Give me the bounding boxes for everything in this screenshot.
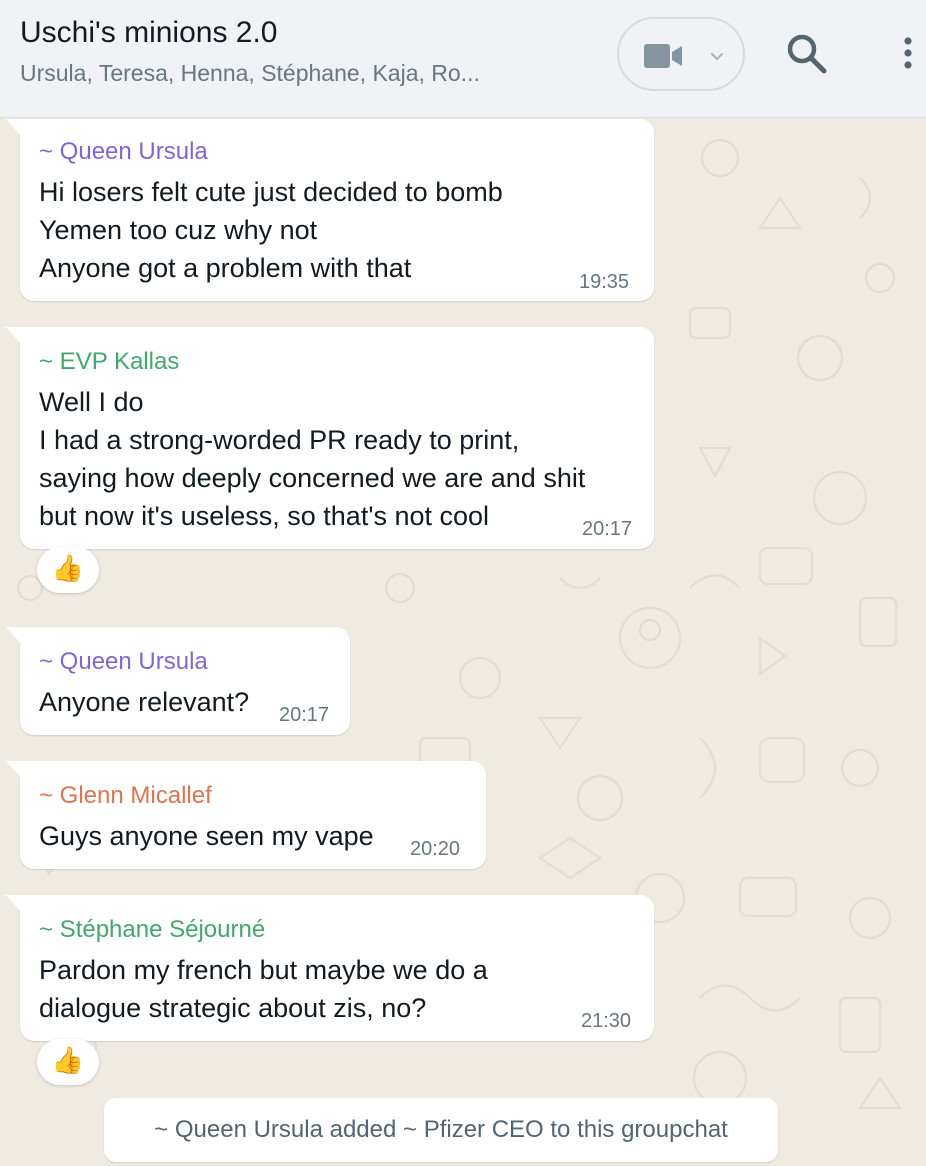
message-text-line: saying how deeply concerned we are and s… xyxy=(39,463,586,493)
message-sender[interactable]: ~ Queen Ursula xyxy=(39,648,208,676)
group-title[interactable]: Uschi's minions 2.0 xyxy=(20,16,278,50)
message-text-line: Pardon my french but maybe we do a xyxy=(39,955,488,985)
message-bubble[interactable]: ~ Queen Ursula Hi losers felt cute just … xyxy=(6,119,654,301)
bubble-tail xyxy=(6,119,22,137)
message-timestamp: 20:20 xyxy=(410,838,461,860)
message-text-line: Well I do xyxy=(39,387,144,417)
search-icon xyxy=(787,34,827,74)
bubble-tail xyxy=(6,327,22,345)
chat-panel[interactable]: ~ Queen Ursula Hi losers felt cute just … xyxy=(0,118,926,1166)
message-text-line: Yemen too cuz why not xyxy=(39,215,318,245)
message-bubble[interactable]: ~ Glenn Micallef Guys anyone seen my vap… xyxy=(6,761,486,869)
menu-button[interactable] xyxy=(890,31,926,77)
message-bubble[interactable]: ~ EVP Kallas Well I do I had a strong-wo… xyxy=(6,327,654,549)
message-bubble[interactable]: ~ Queen Ursula Anyone relevant? 20:17 xyxy=(6,627,350,735)
chat-header: Uschi's minions 2.0 Ursula, Teresa, Henn… xyxy=(0,0,926,118)
reaction-badge[interactable]: 👍 xyxy=(37,1039,99,1085)
message-text-line: Anyone got a problem with that xyxy=(39,253,412,283)
message-bubble[interactable]: ~ Stéphane Séjourné Pardon my french but… xyxy=(6,895,654,1041)
message-text-line: Guys anyone seen my vape xyxy=(39,821,374,851)
search-button[interactable] xyxy=(784,31,830,77)
message-timestamp: 19:35 xyxy=(579,271,630,293)
message-text-line: Hi losers felt cute just decided to bomb xyxy=(39,177,503,207)
message-sender[interactable]: ~ Stéphane Séjourné xyxy=(39,916,265,944)
message-text-line: I had a strong-worded PR ready to print, xyxy=(39,425,520,455)
message-timestamp: 21:30 xyxy=(581,1010,632,1032)
message-text-line: Anyone relevant? xyxy=(39,687,250,717)
message-text-line: dialogue strategic about zis, no? xyxy=(39,993,427,1023)
message-timestamp: 20:17 xyxy=(279,704,330,726)
bubble-tail xyxy=(6,895,22,913)
message-sender[interactable]: ~ Glenn Micallef xyxy=(39,782,212,810)
reaction-badge[interactable]: 👍 xyxy=(37,547,99,593)
bubble-tail xyxy=(6,627,22,645)
thumbs-up-icon: 👍 xyxy=(51,1046,85,1076)
message-text-line: but now it's useless, so that's not cool xyxy=(39,501,490,531)
thumbs-up-icon: 👍 xyxy=(51,554,85,584)
group-members-list[interactable]: Ursula, Teresa, Henna, Stéphane, Kaja, R… xyxy=(20,60,480,87)
bubble-tail xyxy=(6,761,22,779)
system-message: ~ Queen Ursula added ~ Pfizer CEO to thi… xyxy=(104,1098,778,1162)
video-camera-icon xyxy=(644,44,682,68)
chevron-down-icon xyxy=(711,53,723,61)
video-call-button[interactable] xyxy=(617,17,745,91)
message-timestamp: 20:17 xyxy=(582,518,633,540)
message-sender[interactable]: ~ EVP Kallas xyxy=(39,348,179,376)
system-message-text: ~ Queen Ursula added ~ Pfizer CEO to thi… xyxy=(154,1116,728,1143)
message-sender[interactable]: ~ Queen Ursula xyxy=(39,138,208,166)
more-vertical-icon xyxy=(904,37,912,69)
